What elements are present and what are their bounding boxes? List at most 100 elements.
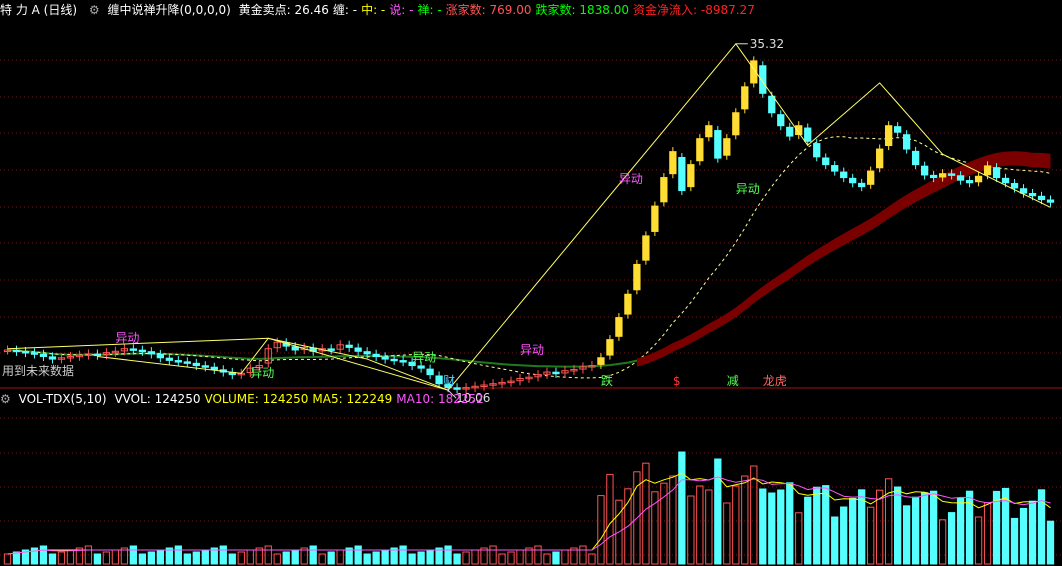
footer-note: 用到未来数据 <box>2 364 75 378</box>
candle-body <box>597 357 605 365</box>
candle-body <box>1010 183 1019 189</box>
candle-body <box>867 170 875 185</box>
volume-bar <box>902 505 911 565</box>
candle-body <box>992 167 1001 179</box>
candle-body <box>714 130 722 159</box>
volume-bar <box>489 545 497 565</box>
volume-bar <box>750 465 758 565</box>
candle-body <box>633 263 641 291</box>
header-item: 跌家数: 1838.00 <box>535 3 630 17</box>
volume-bar <box>1019 507 1028 565</box>
candle-body <box>30 352 39 355</box>
candle-body <box>858 182 866 188</box>
event-marker-dollar: $ <box>673 374 681 388</box>
header-item: VOLUME: 124250 <box>204 392 309 406</box>
long-ma-band <box>636 151 1051 367</box>
volume-bar <box>426 549 434 565</box>
volume-indicator-name[interactable]: VOL-TDX(5,10) <box>19 392 107 406</box>
candle-body <box>804 127 812 142</box>
volume-bar <box>111 549 120 565</box>
candle-body <box>849 177 857 184</box>
volume-bar <box>804 496 812 565</box>
volume-bar <box>174 545 182 565</box>
volume-header-items: VVOL: 124250 VOLUME: 124250 MA5: 122249 MA1… <box>114 392 487 406</box>
candle-body <box>93 353 102 357</box>
stock-title[interactable]: 特 力 A (日线) <box>0 3 77 17</box>
candle-body <box>974 175 983 183</box>
candle-body <box>777 114 785 127</box>
volume-bar <box>759 488 767 565</box>
signal-label: 异动 <box>250 366 274 380</box>
volume-bar <box>3 553 12 565</box>
price-chart: 35.3210.06异动异动异动异动异动异动财跌 $ 减龙虎 <box>3 37 1055 405</box>
volume-bar <box>516 549 524 565</box>
main-header: 特 力 A (日线) ⚙ 缠中说禅升降(0,0,0,0) 黄金卖点: 26.46… <box>0 0 763 20</box>
volume-bar <box>651 491 659 565</box>
candle-body <box>48 356 57 360</box>
candle-body <box>983 165 992 176</box>
volume-bar <box>507 551 515 565</box>
volume-bar <box>327 551 335 565</box>
volume-bar <box>687 495 695 565</box>
candle-body <box>165 357 173 361</box>
candle-body <box>705 125 713 138</box>
candle-body <box>552 371 560 375</box>
volume-bar <box>453 553 461 565</box>
candle-body <box>732 112 740 136</box>
volume-bar <box>417 551 425 565</box>
volume-bar <box>813 486 821 565</box>
volume-bar <box>840 506 848 565</box>
event-marker-dragon: 龙虎 <box>763 374 787 388</box>
candle-body <box>210 366 218 370</box>
volume-bar <box>246 549 254 565</box>
candle-body <box>435 375 443 385</box>
header-item: MA5: 122249 <box>312 392 393 406</box>
candle-body <box>660 177 668 203</box>
candle-body <box>372 353 380 357</box>
volume-bar <box>606 473 614 565</box>
volume-bar <box>849 497 857 565</box>
candle-body <box>345 344 353 348</box>
mid-ma-line <box>7 136 1051 379</box>
candle-body <box>390 358 398 362</box>
volume-bar <box>444 545 452 565</box>
volume-bar <box>147 551 156 565</box>
candle-body <box>894 126 902 133</box>
volume-bar <box>102 551 111 565</box>
volume-bar <box>48 553 57 565</box>
signal-label: 异动 <box>619 172 643 186</box>
volume-bar <box>911 496 920 565</box>
indicator-name[interactable]: 缠中说禅升降(0,0,0,0) <box>107 3 230 17</box>
volume-bar <box>201 549 209 565</box>
chart-canvas: 35.3210.06异动异动异动异动异动异动财跌 $ 减龙虎 <box>0 37 1062 565</box>
candle-body <box>147 351 156 355</box>
volume-bar <box>894 486 902 565</box>
volume-bar <box>471 549 479 565</box>
candle-body <box>174 360 182 363</box>
volume-bar <box>462 551 470 565</box>
candle-body <box>327 348 335 351</box>
candle-body <box>929 174 938 179</box>
gear-icon[interactable]: ⚙ <box>89 3 100 17</box>
volume-bar <box>588 553 596 565</box>
volume-bar <box>831 516 839 565</box>
header-item: MA10: 182252 <box>396 392 484 406</box>
header-item: 禅: - <box>417 3 442 17</box>
volume-bar <box>705 489 713 565</box>
volume-bar <box>974 516 983 565</box>
volume-bar <box>1046 520 1055 565</box>
candle-body <box>129 348 138 351</box>
candle-body <box>1046 199 1055 203</box>
volume-bar <box>399 545 407 565</box>
gear-icon[interactable]: ⚙ <box>0 392 11 406</box>
header-item: VVOL: 124250 <box>114 392 201 406</box>
volume-bar <box>192 551 200 565</box>
candle-body <box>687 164 695 188</box>
candle-body <box>354 347 362 352</box>
header-item: 中: - <box>361 3 386 17</box>
volume-bar <box>156 549 164 565</box>
signal-label: 异动 <box>520 343 544 357</box>
candle-body <box>1037 195 1046 201</box>
candle-body <box>399 360 407 363</box>
volume-bar <box>597 495 605 565</box>
